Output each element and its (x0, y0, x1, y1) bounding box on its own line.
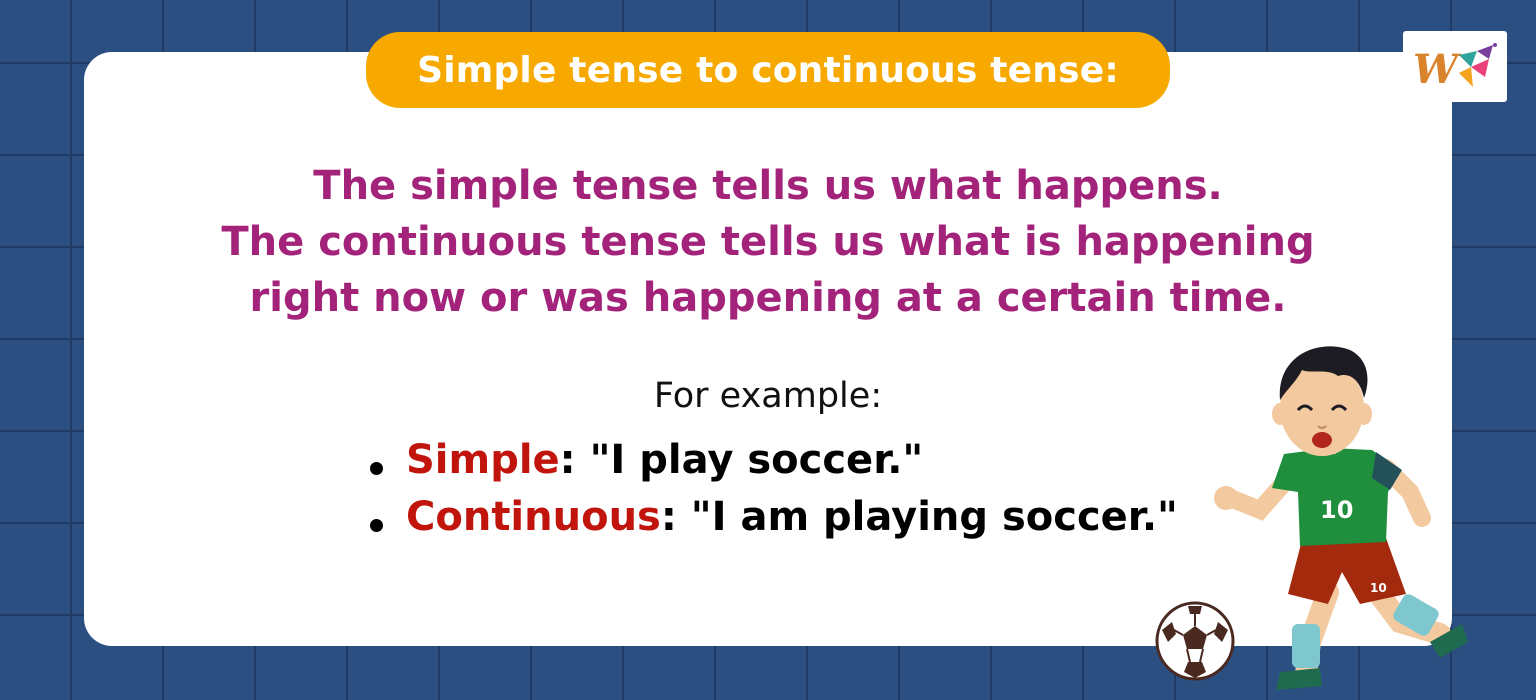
shorts-number: 10 (1370, 581, 1387, 595)
definition-line: The simple tense tells us what happens. (313, 163, 1223, 209)
example-term: Continuous (406, 494, 661, 540)
examples-list: Simple: "I play soccer." Continuous: "I … (366, 437, 1266, 551)
definition-line: The continuous tense tells us what is ha… (221, 219, 1315, 265)
example-sentence: : "I am playing soccer." (660, 494, 1178, 540)
example-term: Simple (406, 437, 560, 483)
definition-text: The simple tense tells us what happens. … (84, 158, 1452, 326)
definition-line: right now or was happening at a certain … (249, 275, 1287, 321)
page-title: Simple tense to continuous tense: (366, 32, 1170, 108)
jersey-number: 10 (1320, 496, 1353, 524)
list-item: Continuous: "I am playing soccer." (366, 494, 1266, 551)
soccer-player-illustration: 10 10 (1214, 346, 1468, 690)
brand-logo-icon: W (1403, 31, 1507, 102)
list-item: Simple: "I play soccer." (366, 437, 1266, 494)
svg-text:W: W (1413, 46, 1462, 93)
page-title-text: Simple tense to continuous tense: (417, 49, 1119, 91)
bullet-icon (370, 462, 383, 475)
bullet-icon (370, 519, 383, 532)
example-sentence: : "I play soccer." (559, 437, 924, 483)
